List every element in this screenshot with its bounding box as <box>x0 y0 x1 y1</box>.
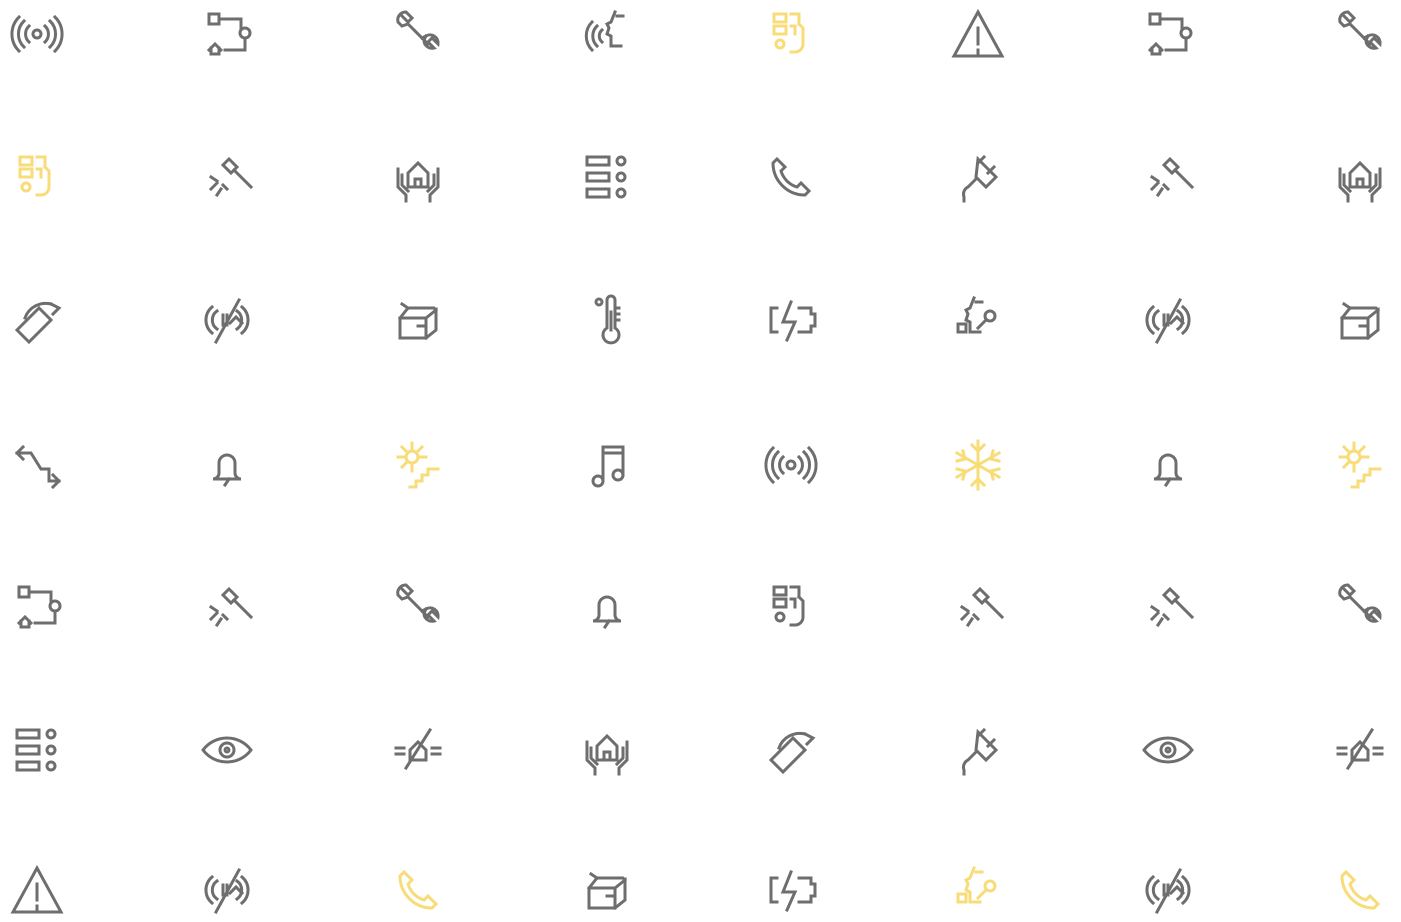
warning-triangle-icon <box>946 2 1010 66</box>
tag-icon <box>5 288 69 352</box>
face-connect-icon <box>946 858 1010 922</box>
plug-icon <box>946 145 1010 209</box>
route-arrows-icon <box>5 433 69 497</box>
house-signal-off-icon <box>1328 718 1392 782</box>
thermometer-icon <box>575 288 639 352</box>
hands-house-icon <box>1328 145 1392 209</box>
eye-icon <box>1136 718 1200 782</box>
list-settings-icon <box>5 718 69 782</box>
broadcast-off-icon <box>1136 288 1200 352</box>
impact-hammer-icon <box>1136 145 1200 209</box>
open-box-icon <box>1328 288 1392 352</box>
house-flow-icon <box>195 2 259 66</box>
bell-icon <box>575 575 639 639</box>
hands-house-icon <box>386 145 450 209</box>
sun-stairs-icon <box>386 433 450 497</box>
broadcast-off-icon <box>195 288 259 352</box>
open-box-icon <box>575 858 639 922</box>
warning-triangle-icon <box>5 858 69 922</box>
face-connect-icon <box>946 288 1010 352</box>
broadcast-icon <box>5 2 69 66</box>
list-settings-icon <box>575 145 639 209</box>
open-box-icon <box>386 288 450 352</box>
broadcast-off-icon <box>195 858 259 922</box>
wrench-icon <box>386 575 450 639</box>
impact-hammer-icon <box>195 575 259 639</box>
wrench-icon <box>386 2 450 66</box>
broadcast-icon <box>759 433 823 497</box>
wrench-icon <box>1328 2 1392 66</box>
hands-house-icon <box>575 718 639 782</box>
control-panel-icon <box>759 2 823 66</box>
phone-icon <box>759 145 823 209</box>
bell-icon <box>195 433 259 497</box>
snowflake-icon <box>946 433 1010 497</box>
control-panel-icon <box>759 575 823 639</box>
bell-icon <box>1136 433 1200 497</box>
phone-icon <box>1328 858 1392 922</box>
battery-charge-icon <box>759 288 823 352</box>
wrench-icon <box>1328 575 1392 639</box>
icon-grid <box>0 0 1401 920</box>
tag-icon <box>759 718 823 782</box>
house-flow-icon <box>1136 2 1200 66</box>
house-flow-icon <box>5 575 69 639</box>
face-sound-icon <box>575 2 639 66</box>
sun-stairs-icon <box>1328 433 1392 497</box>
control-panel-icon <box>5 145 69 209</box>
plug-icon <box>946 718 1010 782</box>
broadcast-off-icon <box>1136 858 1200 922</box>
impact-hammer-icon <box>1136 575 1200 639</box>
music-note-icon <box>575 433 639 497</box>
phone-icon <box>386 858 450 922</box>
house-signal-off-icon <box>386 718 450 782</box>
battery-charge-icon <box>759 858 823 922</box>
eye-icon <box>195 718 259 782</box>
impact-hammer-icon <box>195 145 259 209</box>
impact-hammer-icon <box>946 575 1010 639</box>
